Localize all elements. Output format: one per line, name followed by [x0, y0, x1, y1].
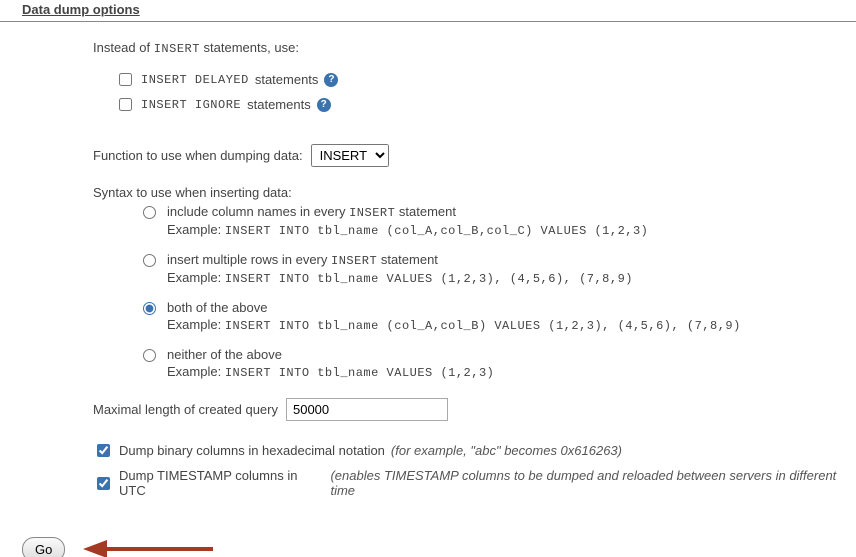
- hex-checkbox[interactable]: [97, 444, 110, 457]
- function-label: Function to use when dumping data:: [93, 148, 303, 163]
- option-hex[interactable]: Dump binary columns in hexadecimal notat…: [93, 441, 856, 460]
- syntax-radio-label: neither of the above: [167, 347, 494, 362]
- insert-ignore-checkbox[interactable]: [119, 98, 132, 111]
- syntax-example: Example: INSERT INTO tbl_name (col_A,col…: [167, 317, 741, 333]
- syntax-radio[interactable]: [143, 206, 156, 219]
- intro-code: INSERT: [154, 42, 200, 56]
- maxlen-input[interactable]: [286, 398, 448, 421]
- syntax-radio-label: include column names in every INSERT sta…: [167, 204, 648, 220]
- syntax-label: Syntax to use when inserting data:: [93, 185, 856, 200]
- utc-checkbox[interactable]: [97, 477, 110, 490]
- insert-delayed-checkbox[interactable]: [119, 73, 132, 86]
- option-insert-ignore[interactable]: INSERT IGNORE statements ?: [115, 95, 856, 114]
- insert-delayed-code: INSERT DELAYED: [141, 73, 249, 87]
- syntax-radio[interactable]: [143, 254, 156, 267]
- utc-label: Dump TIMESTAMP columns in UTC: [119, 468, 324, 498]
- option-insert-delayed[interactable]: INSERT DELAYED statements ?: [115, 70, 856, 89]
- help-icon[interactable]: ?: [324, 73, 338, 87]
- hex-label: Dump binary columns in hexadecimal notat…: [119, 443, 385, 458]
- syntax-radio-item[interactable]: neither of the above Example: INSERT INTO…: [138, 347, 856, 380]
- syntax-example: Example: INSERT INTO tbl_name VALUES (1,…: [167, 364, 494, 380]
- intro-prefix: Instead of: [93, 40, 154, 55]
- syntax-radio-item[interactable]: include column names in every INSERT sta…: [138, 204, 856, 238]
- hex-note: (for example, "abc" becomes 0x616263): [391, 443, 622, 458]
- help-icon[interactable]: ?: [317, 98, 331, 112]
- section-title: Data dump options: [0, 0, 856, 22]
- syntax-radio-label: both of the above: [167, 300, 741, 315]
- insert-ignore-code: INSERT IGNORE: [141, 98, 241, 112]
- syntax-radio[interactable]: [143, 349, 156, 362]
- maxlen-label: Maximal length of created query: [93, 402, 278, 417]
- go-button[interactable]: Go: [22, 537, 65, 557]
- syntax-radio-item[interactable]: both of the above Example: INSERT INTO tb…: [138, 300, 856, 333]
- insert-delayed-suffix: statements: [255, 72, 319, 87]
- insert-ignore-suffix: statements: [247, 97, 311, 112]
- option-utc[interactable]: Dump TIMESTAMP columns in UTC (enables T…: [93, 468, 856, 498]
- syntax-example: Example: INSERT INTO tbl_name VALUES (1,…: [167, 270, 633, 286]
- syntax-radio[interactable]: [143, 302, 156, 315]
- function-select[interactable]: INSERT: [311, 144, 389, 167]
- intro-line: Instead of INSERT statements, use:: [93, 40, 856, 56]
- arrow-annotation: [83, 534, 213, 557]
- syntax-radio-item[interactable]: insert multiple rows in every INSERT sta…: [138, 252, 856, 286]
- intro-suffix: statements, use:: [200, 40, 299, 55]
- syntax-example: Example: INSERT INTO tbl_name (col_A,col…: [167, 222, 648, 238]
- utc-note: (enables TIMESTAMP columns to be dumped …: [330, 468, 856, 498]
- syntax-radio-label: insert multiple rows in every INSERT sta…: [167, 252, 633, 268]
